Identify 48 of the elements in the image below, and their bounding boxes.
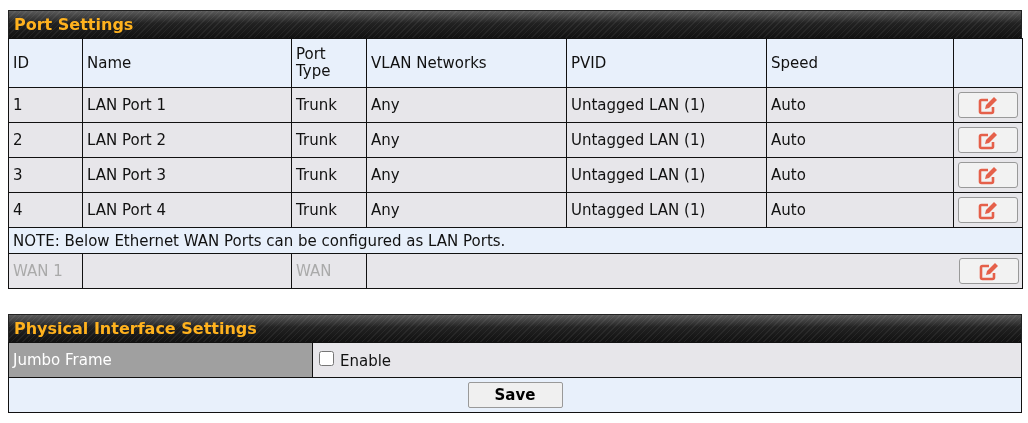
table-cell: Untagged LAN (1) xyxy=(571,96,706,114)
checkbox[interactable] xyxy=(319,351,334,367)
table-cell: LAN Port 2 xyxy=(87,131,166,149)
column-header: Name xyxy=(87,53,132,72)
table-cell: Untagged LAN (1) xyxy=(571,131,706,149)
table-cell: WAN xyxy=(296,262,332,280)
table-cell: Trunk xyxy=(296,131,337,149)
column-header: PVID xyxy=(571,53,607,72)
table-cell: Any xyxy=(371,166,400,184)
edit-button[interactable] xyxy=(958,162,1018,188)
table-cell: Untagged LAN (1) xyxy=(571,166,706,184)
table-cell: Auto xyxy=(771,131,806,149)
table-cell: LAN Port 3 xyxy=(87,166,166,184)
section-title: Port Settings xyxy=(14,15,134,34)
note-text: NOTE: Below Ethernet WAN Ports can be configured as LAN Ports. xyxy=(13,231,506,250)
save-button[interactable]: Save xyxy=(467,382,563,408)
table-cell: Trunk xyxy=(296,166,337,184)
table-cell: Any xyxy=(371,131,400,149)
table-cell: LAN Port 4 xyxy=(87,201,166,219)
pencil-square-icon xyxy=(977,95,999,115)
pencil-square-icon xyxy=(977,130,999,150)
checkbox-label[interactable]: Enable xyxy=(340,351,392,370)
table-cell: LAN Port 1 xyxy=(87,96,166,114)
table-cell: Auto xyxy=(771,96,806,114)
table-cell: 4 xyxy=(13,201,23,219)
edit-button[interactable] xyxy=(958,127,1018,153)
pencil-square-icon xyxy=(977,165,999,185)
column-header: Port Type xyxy=(296,45,331,80)
edit-button[interactable] xyxy=(958,197,1018,223)
table-cell: Auto xyxy=(771,201,806,219)
table-cell: 1 xyxy=(13,96,23,114)
table-cell: 2 xyxy=(13,131,23,149)
table-cell: Auto xyxy=(771,166,806,184)
table-cell: Untagged LAN (1) xyxy=(571,201,706,219)
table-cell: Any xyxy=(371,201,400,219)
pencil-square-icon xyxy=(977,200,999,220)
table-cell: 3 xyxy=(13,166,23,184)
column-header: ID xyxy=(13,53,29,72)
table-cell: Trunk xyxy=(296,201,337,219)
section-title: Physical Interface Settings xyxy=(14,319,257,338)
table-cell: WAN 1 xyxy=(13,262,63,280)
pencil-square-icon xyxy=(978,261,1000,281)
table-cell: Trunk xyxy=(296,96,337,114)
table-cell: Any xyxy=(371,96,400,114)
edit-button[interactable] xyxy=(958,92,1018,118)
column-header: Speed xyxy=(771,53,819,72)
column-header: VLAN Networks xyxy=(371,53,487,72)
field-label: Jumbo Frame xyxy=(13,351,112,369)
